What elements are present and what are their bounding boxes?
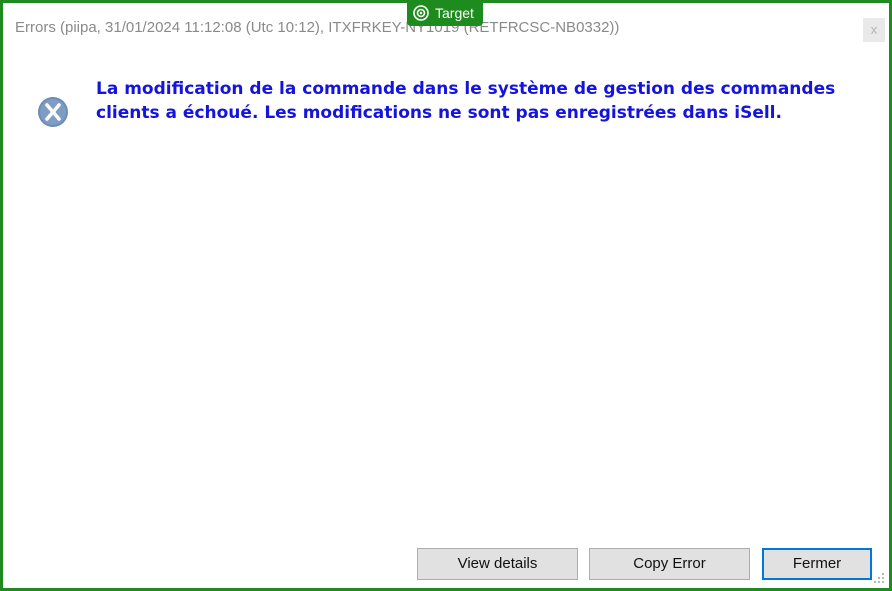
window-title: Errors (piipa, 31/01/2024 11:12:08 (Utc … <box>15 19 620 36</box>
fermer-button[interactable]: Fermer <box>762 548 872 580</box>
close-window-button[interactable]: x <box>863 18 885 42</box>
copy-error-button[interactable]: Copy Error <box>589 548 750 580</box>
screen: Errors (piipa, 31/01/2024 11:12:08 (Utc … <box>0 0 892 591</box>
error-x-icon <box>38 97 68 127</box>
target-badge: Target <box>407 0 483 26</box>
target-icon <box>413 5 429 21</box>
resize-grip-icon[interactable] <box>873 572 885 584</box>
error-message: La modification de la commande dans le s… <box>96 79 836 123</box>
error-dialog-window: Errors (piipa, 31/01/2024 11:12:08 (Utc … <box>0 0 892 591</box>
view-details-button[interactable]: View details <box>417 548 578 580</box>
target-label: Target <box>435 5 474 21</box>
